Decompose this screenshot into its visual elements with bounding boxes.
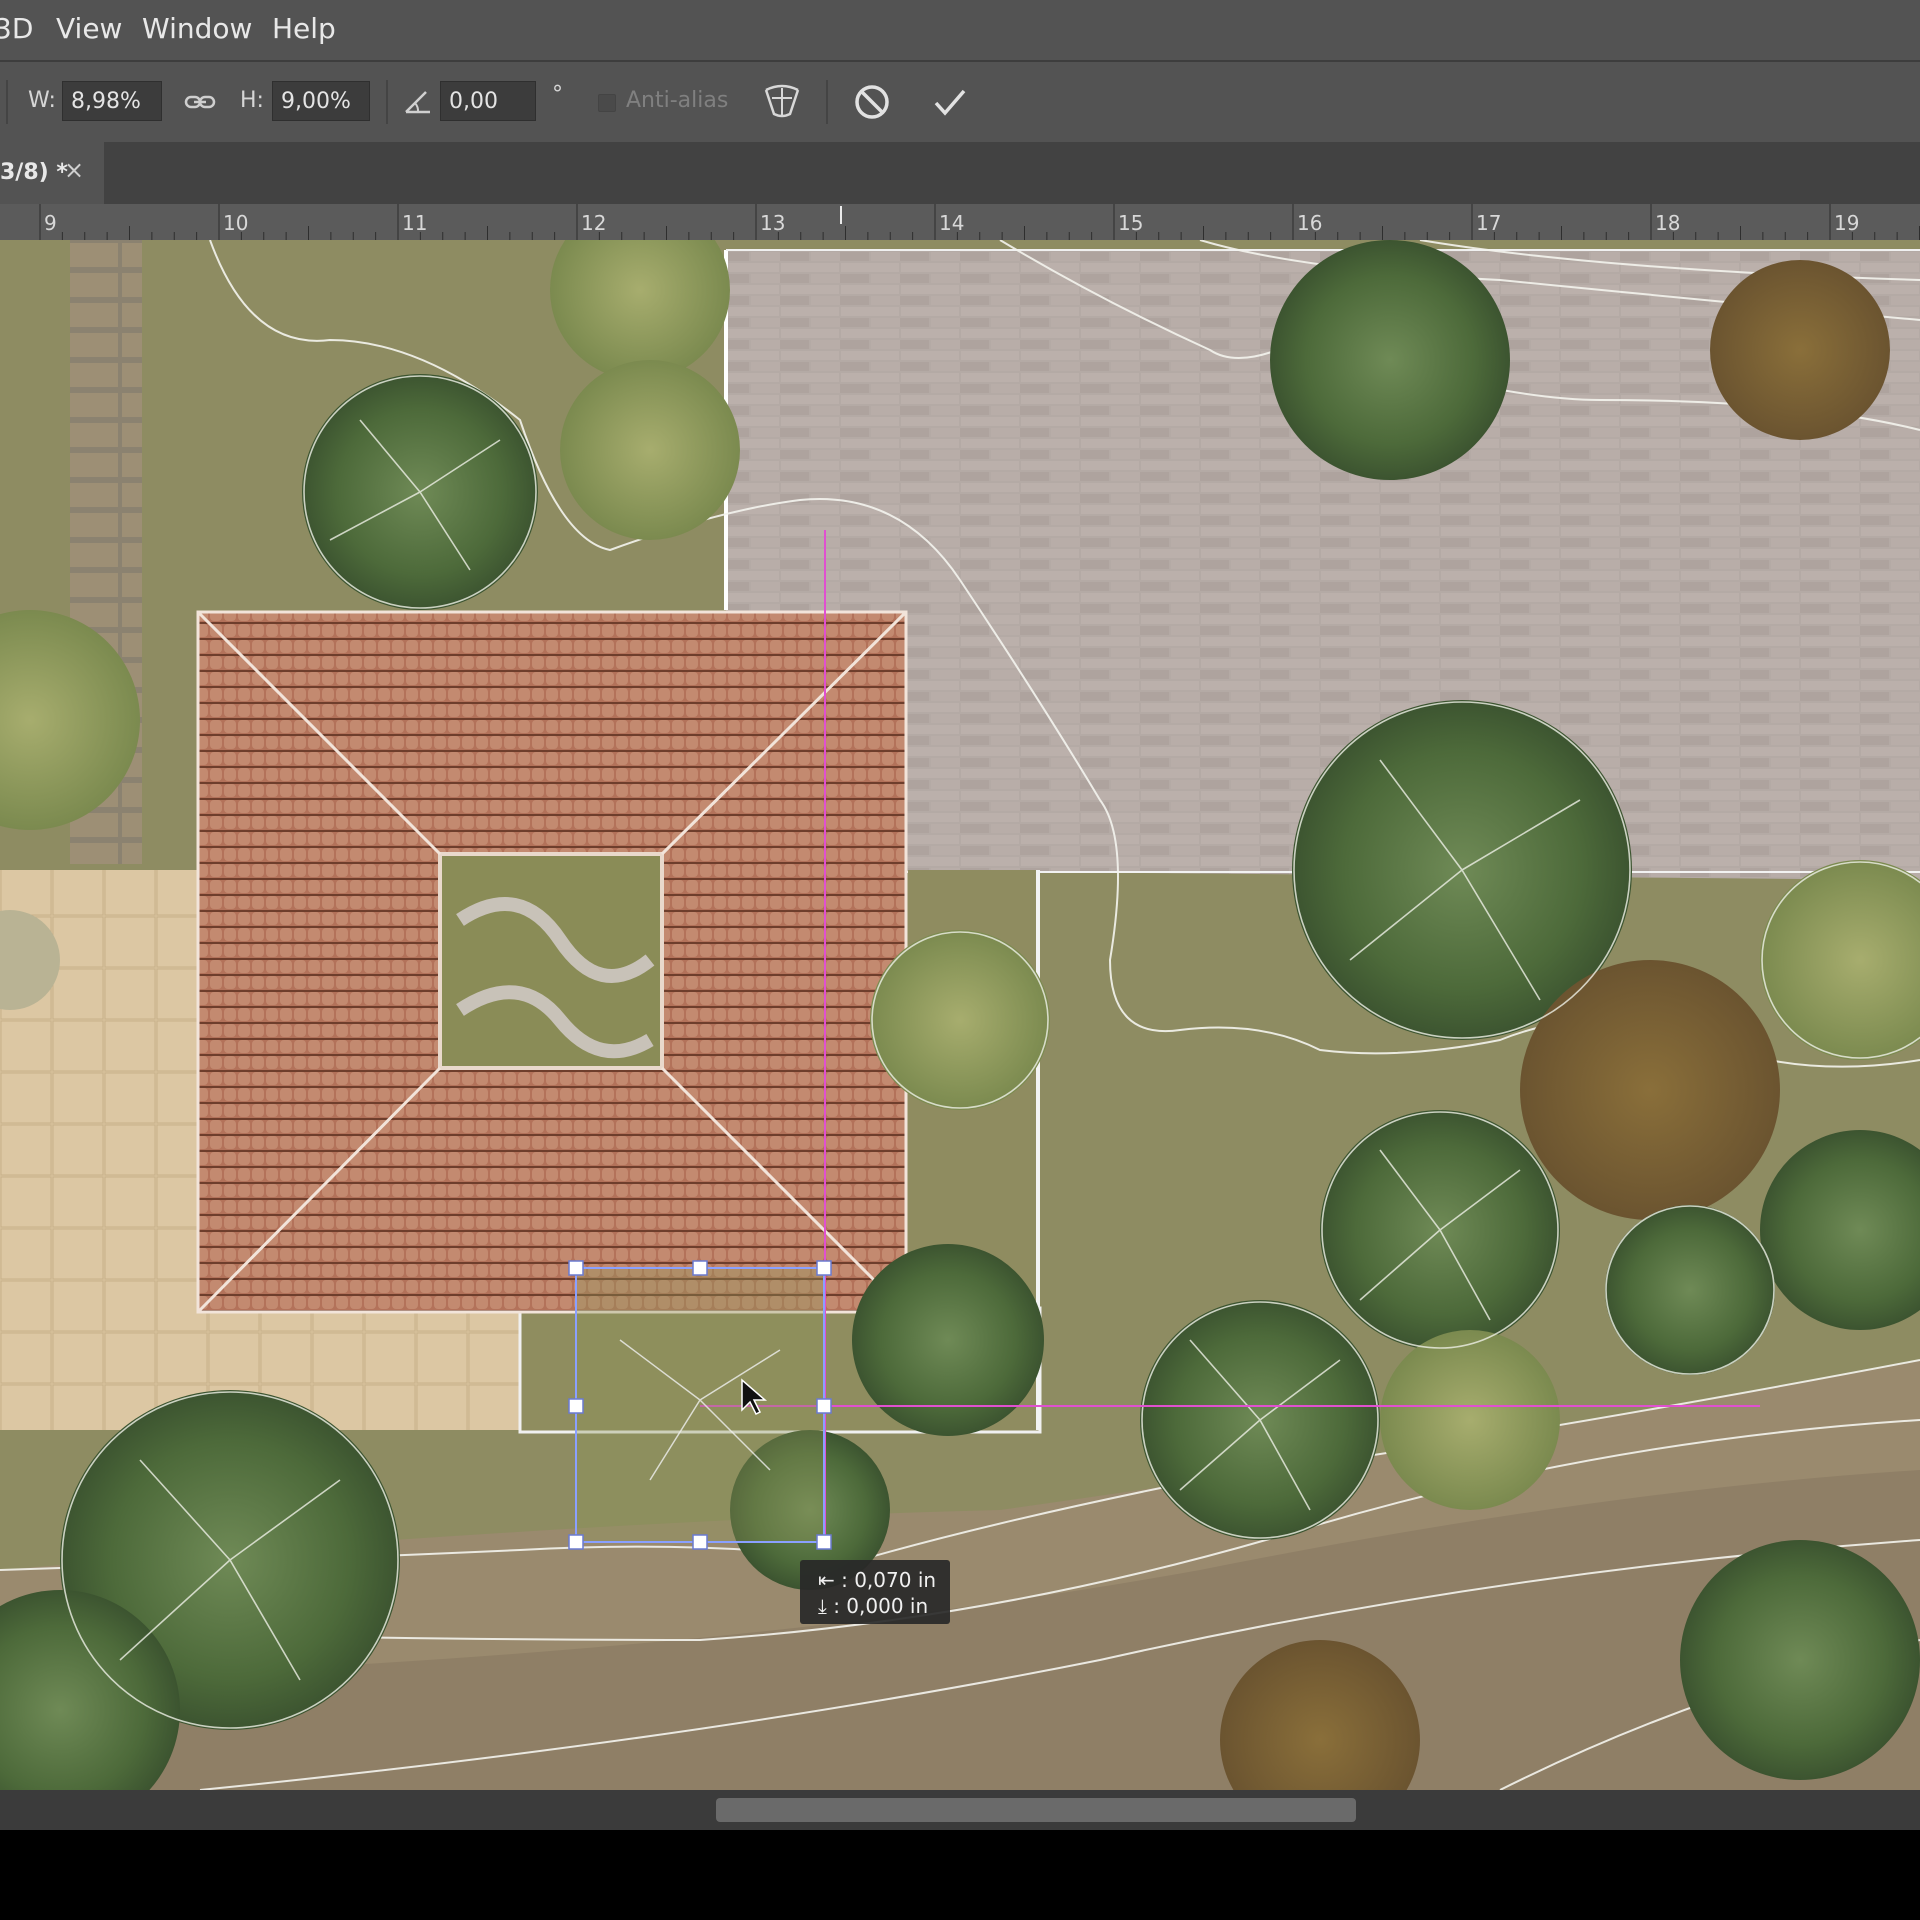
degree-unit: °	[552, 82, 563, 107]
ruler-label: 16	[1297, 211, 1322, 235]
angle-icon	[405, 91, 430, 114]
document-tab[interactable]: 3/8) * ×	[0, 142, 104, 204]
vertical-offset-readout: ⤓ : 0,000 in	[818, 1594, 929, 1618]
horizontal-scrollbar[interactable]	[0, 1790, 1920, 1830]
ruler-label: 19	[1834, 211, 1859, 235]
separator	[826, 80, 828, 124]
menu-help[interactable]: Help	[272, 12, 336, 46]
ruler-label: 17	[1476, 211, 1501, 235]
scrollbar-thumb[interactable]	[716, 1798, 1356, 1822]
angle-field[interactable]: 0,00	[440, 81, 536, 121]
ruler-label: 12	[581, 211, 606, 235]
site-plan-artwork	[0, 240, 1920, 1790]
warp-icon[interactable]	[760, 80, 804, 124]
transform-readout-tooltip: ⇤ : 0,070 in ⤓ : 0,000 in	[800, 1560, 950, 1624]
status-area	[0, 1830, 1920, 1920]
menu-window[interactable]: Window	[142, 12, 252, 46]
document-tab-title: 3/8) *	[0, 160, 68, 185]
ruler-label: 9	[44, 211, 57, 235]
antialias-label: Anti-alias	[626, 88, 729, 113]
horizontal-ruler[interactable]: 9 10 11 12 13 14 15 16 17 18 19	[0, 204, 1920, 241]
ruler-label: 18	[1655, 211, 1680, 235]
separator	[6, 80, 8, 124]
menu-view[interactable]: View	[56, 12, 122, 46]
transform-bounding-box	[568, 1260, 832, 1550]
antialias-checkbox[interactable]	[598, 94, 616, 112]
height-field[interactable]: 9,00%	[272, 81, 370, 121]
ruler-label: 14	[939, 211, 964, 235]
ruler-label: 13	[760, 211, 785, 235]
height-label: H:	[240, 88, 264, 113]
link-icon[interactable]	[180, 82, 220, 122]
separator	[386, 80, 388, 124]
menu-3d[interactable]: 3D	[0, 12, 33, 46]
close-icon[interactable]: ×	[64, 156, 84, 184]
ruler-ticks: 9 10 11 12 13 14 15 16 17 18 19	[39, 204, 1920, 240]
commit-icon[interactable]	[930, 82, 970, 122]
roof	[196, 610, 908, 1314]
ruler-cursor-marker	[840, 206, 842, 224]
horizontal-offset-readout: ⇤ : 0,070 in	[818, 1568, 937, 1592]
width-label: W:	[28, 88, 56, 113]
ruler-label: 11	[402, 211, 427, 235]
width-field[interactable]: 8,98%	[62, 81, 162, 121]
ruler-label: 15	[1118, 211, 1143, 235]
cancel-icon[interactable]	[852, 82, 892, 122]
menu-bar: 3D View Window Help	[0, 0, 1920, 62]
document-canvas[interactable]: ⇤ : 0,070 in ⤓ : 0,000 in	[0, 240, 1920, 1790]
ruler-label: 10	[223, 211, 248, 235]
options-bar: W: 8,98% H: 9,00% 0,00 ° Anti-alias	[0, 62, 1920, 144]
document-tab-bar: 3/8) * ×	[0, 142, 1920, 204]
